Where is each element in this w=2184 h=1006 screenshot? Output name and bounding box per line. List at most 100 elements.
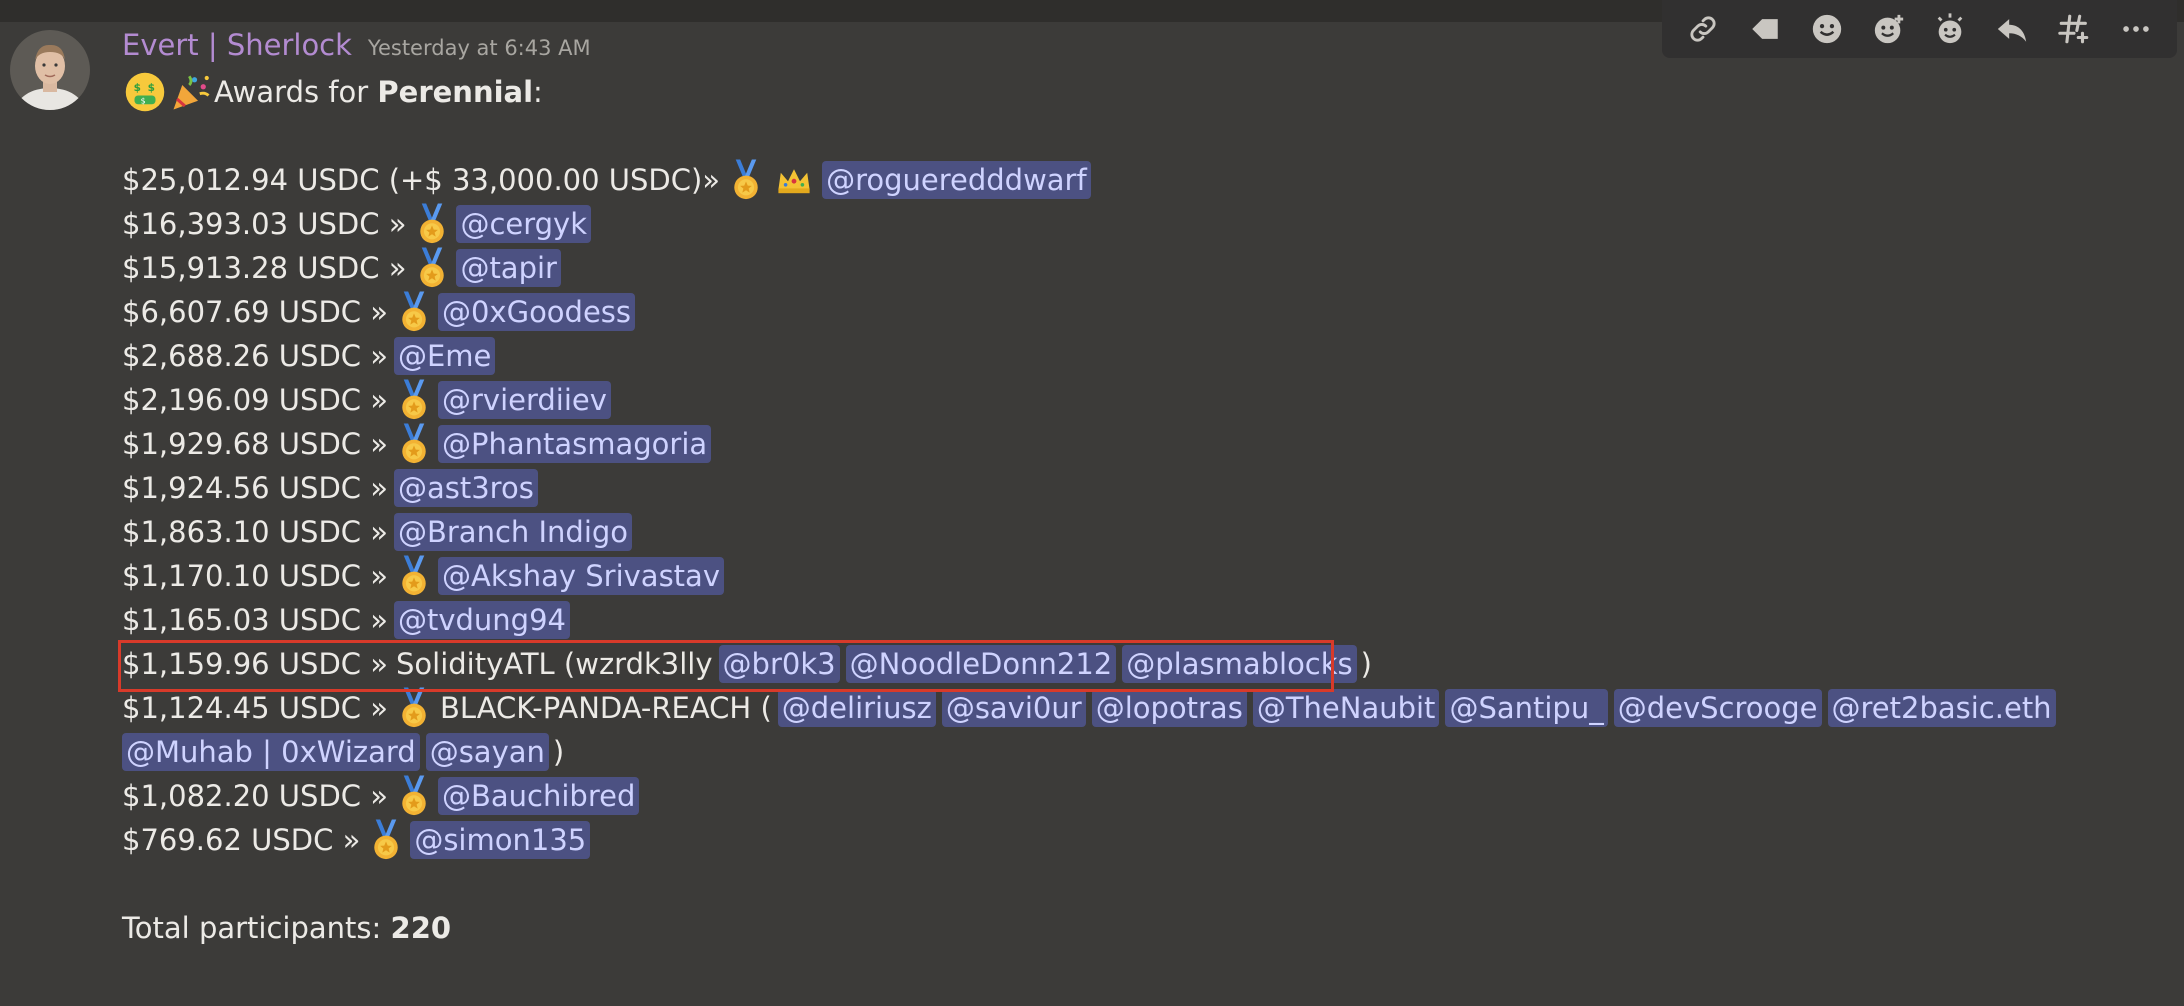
user-mention[interactable]: @Muhab | 0xWizard xyxy=(122,733,420,771)
crown-icon xyxy=(772,158,816,202)
award-amount: $1,159.96 USDC » xyxy=(122,647,388,681)
project-name: Perennial xyxy=(377,75,534,109)
svg-text:$: $ xyxy=(141,96,146,105)
total-participants-line: Total participants: 220 xyxy=(122,906,2162,950)
user-mention[interactable]: @rogueredddwarf xyxy=(822,161,1091,199)
title-prefix: Awards for xyxy=(214,75,378,109)
reply-icon[interactable] xyxy=(1990,7,2034,51)
user-mention[interactable]: @plasmablocks xyxy=(1122,645,1357,683)
add-reaction-icon[interactable] xyxy=(1867,7,1911,51)
medal-icon xyxy=(396,554,432,598)
award-amount: $2,196.09 USDC » xyxy=(122,383,388,417)
award-row: $769.62 USDC » @simon135 xyxy=(122,818,2162,862)
user-mention[interactable]: @Bauchibred xyxy=(437,777,640,815)
medal-icon xyxy=(414,246,450,290)
award-row: $25,012.94 USDC (+$ 33,000.00 USDC)» @rog… xyxy=(122,158,2162,202)
super-reaction-icon[interactable] xyxy=(1928,7,1972,51)
thread-icon[interactable] xyxy=(2052,7,2096,51)
award-amount: $769.62 USDC » xyxy=(122,823,361,857)
user-mention[interactable]: @Branch Indigo xyxy=(393,513,633,551)
user-mention[interactable]: @tvdung94 xyxy=(393,601,570,639)
user-mention[interactable]: @rvierdiiev xyxy=(437,381,611,419)
award-amount: $1,863.10 USDC » xyxy=(122,515,388,549)
awards-list: $25,012.94 USDC (+$ 33,000.00 USDC)» @rog… xyxy=(122,158,2162,862)
team-name: SolidityATL (wzrdk3lly xyxy=(395,647,713,681)
user-mention[interactable]: @simon135 xyxy=(410,821,591,859)
user-mention[interactable]: @br0k3 xyxy=(718,645,840,683)
user-mention[interactable]: @NoodleDonn212 xyxy=(845,645,1117,683)
award-row: $1,924.56 USDC » @ast3ros xyxy=(122,466,2162,510)
award-row: $1,082.20 USDC » @Bauchibred xyxy=(122,774,2162,818)
award-amount: $1,124.45 USDC » xyxy=(122,691,388,725)
user-mention[interactable]: @Eme xyxy=(393,337,496,375)
link-icon[interactable] xyxy=(1681,7,1725,51)
user-mention[interactable]: @savi0ur xyxy=(941,689,1086,727)
party-popper-icon xyxy=(168,70,214,114)
message-actions-toolbar xyxy=(1662,0,2177,58)
award-row: @Muhab | 0xWizard @sayan) xyxy=(122,730,2162,774)
user-mention[interactable]: @0xGoodess xyxy=(437,293,636,331)
award-row: $16,393.03 USDC » @cergyk xyxy=(122,202,2162,246)
user-mention[interactable]: @sayan xyxy=(425,733,549,771)
user-mention[interactable]: @devScrooge xyxy=(1613,689,1822,727)
user-mention[interactable]: @TheNaubit xyxy=(1252,689,1440,727)
medal-icon xyxy=(396,290,432,334)
award-row: $2,196.09 USDC » @rvierdiiev xyxy=(122,378,2162,422)
author-name[interactable]: Evert | Sherlock xyxy=(122,28,352,62)
user-mention[interactable]: @Akshay Srivastav xyxy=(437,557,724,595)
message-title-line: $ $ $ Awards for Perennial : xyxy=(122,70,2162,114)
message-content: $ $ $ Awards for Perennial : $25,012.94 US… xyxy=(122,70,2162,950)
award-row: $1,929.68 USDC » @Phantasmagoria xyxy=(122,422,2162,466)
award-amount: $2,688.26 USDC » xyxy=(122,339,388,373)
money-mouth-face-icon: $ $ $ xyxy=(122,70,168,114)
award-row: $6,607.69 USDC » @0xGoodess xyxy=(122,290,2162,334)
award-amount: $1,165.03 USDC » xyxy=(122,603,388,637)
medal-icon xyxy=(728,158,764,202)
award-amount: $1,929.68 USDC » xyxy=(122,427,388,461)
award-amount: $15,913.28 USDC » xyxy=(122,251,407,285)
award-amount: $1,082.20 USDC » xyxy=(122,779,388,813)
user-mention[interactable]: @lopotras xyxy=(1091,689,1247,727)
user-mention[interactable]: @ret2basic.eth xyxy=(1827,689,2056,727)
emoji-icon[interactable] xyxy=(1805,7,1849,51)
award-row: $1,863.10 USDC » @Branch Indigo xyxy=(122,510,2162,554)
avatar[interactable] xyxy=(10,30,90,110)
user-mention[interactable]: @deliriusz xyxy=(777,689,936,727)
award-row: $1,165.03 USDC » @tvdung94 xyxy=(122,598,2162,642)
medal-icon xyxy=(396,686,432,730)
award-row: $2,688.26 USDC » @Eme xyxy=(122,334,2162,378)
user-mention[interactable]: @cergyk xyxy=(456,205,592,243)
user-mention[interactable]: @ast3ros xyxy=(393,469,538,507)
svg-text:$: $ xyxy=(148,82,155,94)
user-mention[interactable]: @Phantasmagoria xyxy=(437,425,712,463)
award-row: $1,159.96 USDC » SolidityATL (wzrdk3lly @b… xyxy=(122,642,2162,686)
award-row: $1,170.10 USDC » @Akshay Srivastav xyxy=(122,554,2162,598)
medal-icon xyxy=(396,774,432,818)
more-icon[interactable] xyxy=(2114,7,2158,51)
award-amount: $16,393.03 USDC » xyxy=(122,207,407,241)
user-mention[interactable]: @tapir xyxy=(456,249,561,287)
award-amount: $25,012.94 USDC (+$ 33,000.00 USDC)» xyxy=(122,163,721,197)
award-row: $1,124.45 USDC » BLACK-PANDA-REACH (@deli… xyxy=(122,686,2162,730)
closing-paren: ) xyxy=(552,735,565,769)
tag-icon[interactable] xyxy=(1743,7,1787,51)
medal-icon xyxy=(368,818,404,862)
message-header: Evert | Sherlock Yesterday at 6:43 AM xyxy=(122,28,591,72)
closing-paren: ) xyxy=(1360,647,1372,681)
award-amount: $6,607.69 USDC » xyxy=(122,295,388,329)
total-label: Total participants: xyxy=(122,911,391,945)
award-row: $15,913.28 USDC » @tapir xyxy=(122,246,2162,290)
title-suffix: : xyxy=(533,75,543,109)
medal-icon xyxy=(414,202,450,246)
award-amount: $1,924.56 USDC » xyxy=(122,471,388,505)
svg-text:$: $ xyxy=(134,82,141,94)
team-name: BLACK-PANDA-REACH ( xyxy=(439,691,772,725)
award-amount: $1,170.10 USDC » xyxy=(122,559,388,593)
total-value: 220 xyxy=(390,911,452,945)
user-mention[interactable]: @Santipu_ xyxy=(1445,689,1608,727)
timestamp: Yesterday at 6:43 AM xyxy=(367,36,591,60)
medal-icon xyxy=(396,422,432,466)
medal-icon xyxy=(396,378,432,422)
